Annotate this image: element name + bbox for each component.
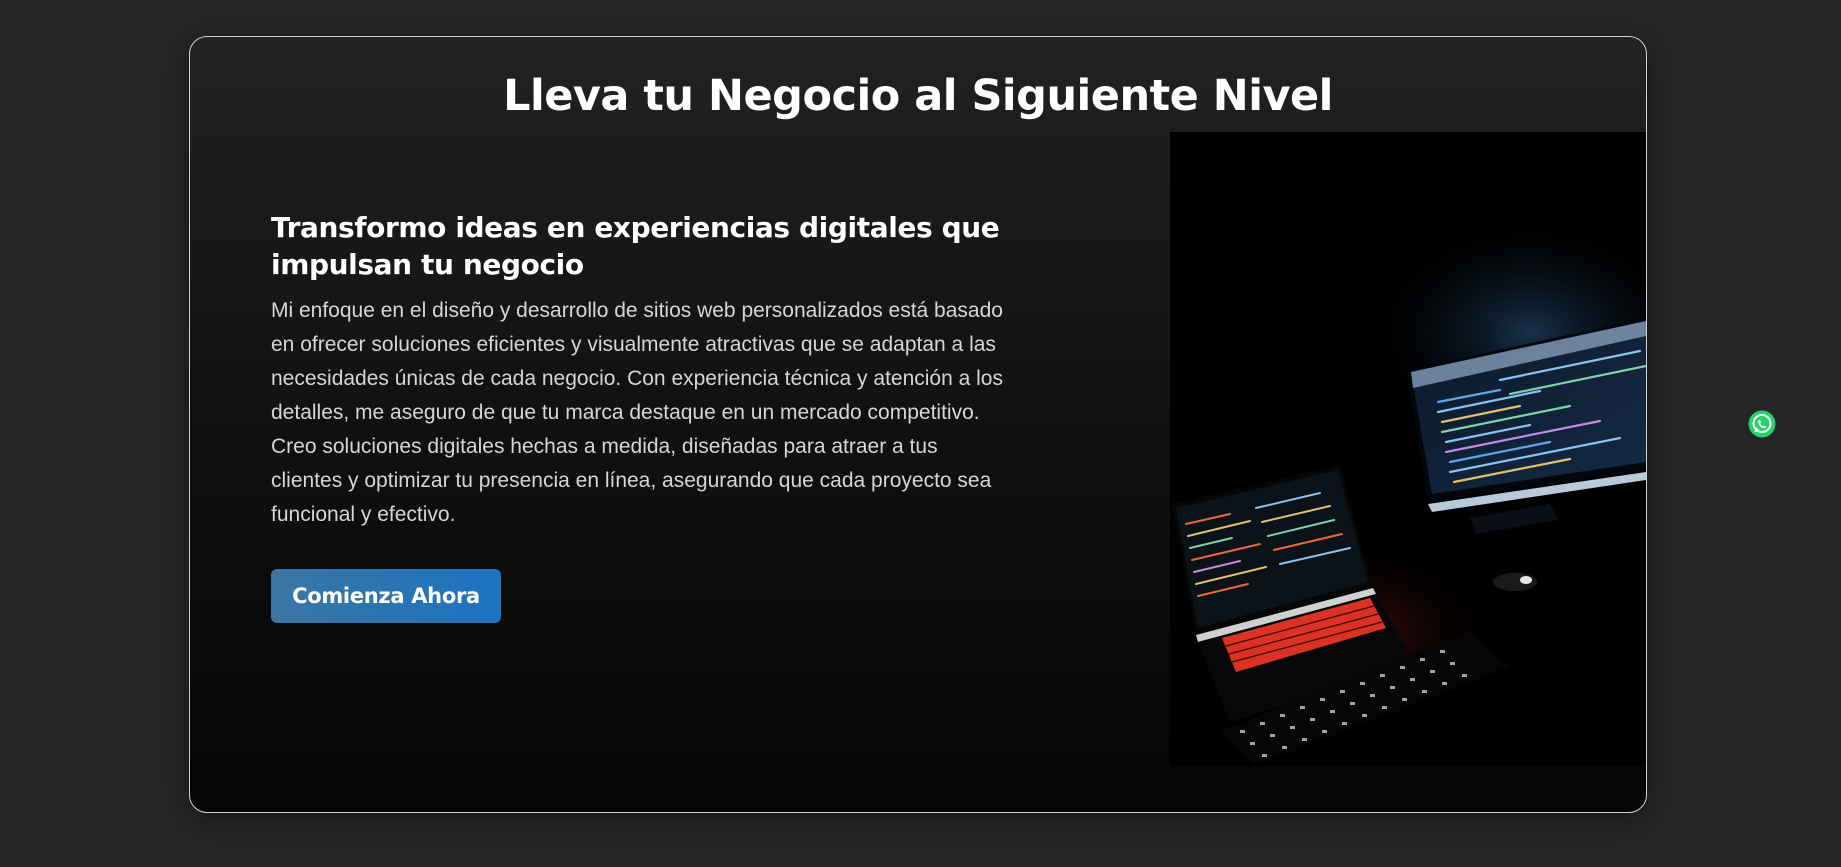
page-title: Lleva tu Negocio al Siguiente Nivel	[503, 71, 1333, 121]
hero-text-column: Transformo ideas en experiencias digital…	[271, 209, 1011, 532]
hero-card: Lleva tu Negocio al Siguiente Nivel Tran…	[189, 36, 1647, 813]
laptops-photo	[1170, 132, 1646, 766]
whatsapp-icon[interactable]	[1747, 409, 1777, 439]
start-now-button[interactable]: Comienza Ahora	[271, 569, 501, 623]
hero-description: Mi enfoque en el diseño y desarrollo de …	[271, 299, 1003, 526]
hero-subheading: Transformo ideas en experiencias digital…	[271, 211, 1000, 281]
